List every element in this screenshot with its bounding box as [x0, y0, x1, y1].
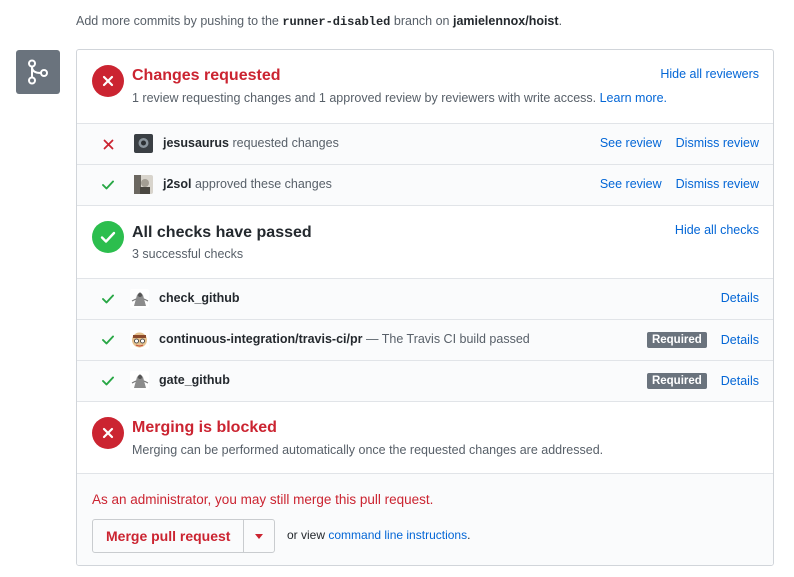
- bot-avatar[interactable]: [130, 371, 149, 390]
- hide-all-checks-link[interactable]: Hide all checks: [675, 223, 759, 237]
- see-review-link[interactable]: See review: [600, 136, 662, 150]
- details-link[interactable]: Details: [721, 333, 759, 347]
- required-badge: Required: [646, 373, 707, 389]
- check-circle-icon: [92, 221, 124, 253]
- reviews-title: Changes requested: [132, 67, 281, 84]
- git-merge-icon: [16, 50, 60, 94]
- or-view-text: or view: [287, 528, 326, 542]
- reviewer-name[interactable]: j2sol: [163, 177, 192, 191]
- see-review-link[interactable]: See review: [600, 177, 662, 191]
- dismiss-review-link[interactable]: Dismiss review: [676, 136, 759, 150]
- caret-down-icon: [255, 533, 264, 539]
- dismiss-review-link[interactable]: Dismiss review: [676, 177, 759, 191]
- checks-title: All checks have passed: [132, 224, 312, 241]
- check-description: — The Travis CI build passed: [365, 332, 530, 346]
- review-row-jesusaurus: jesusaurus requested changes See review …: [77, 123, 773, 164]
- reviewer-name[interactable]: jesusaurus: [163, 136, 229, 150]
- bot-avatar[interactable]: [130, 289, 149, 308]
- required-badge: Required: [646, 332, 707, 348]
- check-actions: Required Details: [646, 373, 759, 389]
- check-icon: [101, 178, 115, 192]
- branch-name: runner-disabled: [282, 15, 391, 29]
- merge-blocked-title: Merging is blocked: [132, 419, 277, 436]
- checks-section: All checks have passed 3 successful chec…: [77, 205, 773, 278]
- check-row: continuous-integration/travis-ci/pr — Th…: [77, 319, 773, 360]
- x-circle-icon: [92, 417, 124, 449]
- check-name: gate_github: [159, 373, 230, 387]
- merge-blocked-section: Merging is blocked Merging can be perfor…: [77, 401, 773, 474]
- check-actions: Required Details: [646, 332, 759, 348]
- merge-button-group: Merge pull request: [92, 519, 276, 553]
- review-row-j2sol: j2sol approved these changes See review …: [77, 164, 773, 205]
- check-icon: [101, 333, 115, 347]
- check-name: continuous-integration/travis-ci/pr: [159, 332, 363, 346]
- avatar[interactable]: [134, 134, 153, 153]
- hide-all-reviewers-link[interactable]: Hide all reviewers: [660, 67, 759, 81]
- reviews-subtitle-text: 1 review requesting changes and 1 approv…: [132, 91, 597, 105]
- check-text: gate_github: [159, 373, 230, 387]
- check-icon: [101, 292, 115, 306]
- reviews-section: Changes requested 1 review requesting ch…: [77, 50, 773, 123]
- admin-note: As an administrator, you may still merge…: [92, 492, 434, 507]
- review-actions: See review Dismiss review: [600, 136, 759, 150]
- details-link[interactable]: Details: [721, 374, 759, 388]
- reviews-subtitle: 1 review requesting changes and 1 approv…: [132, 91, 667, 105]
- avatar[interactable]: [134, 175, 153, 194]
- cli-instructions: or view command line instructions.: [287, 528, 470, 542]
- push-suffix: .: [558, 14, 563, 28]
- review-text: jesusaurus requested changes: [163, 136, 339, 150]
- review-action: requested changes: [232, 136, 339, 150]
- merge-pull-request-button[interactable]: Merge pull request: [93, 520, 245, 552]
- push-mid: branch on: [393, 14, 450, 28]
- check-actions: Details: [721, 291, 759, 305]
- merge-status-panel: Changes requested 1 review requesting ch…: [76, 49, 774, 566]
- check-name: check_github: [159, 291, 240, 305]
- review-actions: See review Dismiss review: [600, 177, 759, 191]
- merge-method-dropdown[interactable]: [244, 520, 274, 552]
- check-row: gate_github Required Details: [77, 360, 773, 401]
- details-link[interactable]: Details: [721, 291, 759, 305]
- checks-subtitle: 3 successful checks: [132, 247, 244, 261]
- learn-more-link[interactable]: Learn more.: [600, 91, 667, 105]
- review-action: approved these changes: [194, 177, 332, 191]
- repo-name: jamielennox/hoist: [452, 14, 559, 28]
- check-row: check_github Details: [77, 278, 773, 319]
- review-text: j2sol approved these changes: [163, 177, 332, 191]
- x-circle-icon: [92, 65, 124, 97]
- travis-ci-avatar[interactable]: [130, 330, 149, 349]
- check-text: continuous-integration/travis-ci/pr — Th…: [159, 332, 530, 346]
- check-text: check_github: [159, 291, 240, 305]
- x-icon: [101, 137, 115, 151]
- push-instructions: Add more commits by pushing to the runne…: [76, 14, 562, 29]
- command-line-instructions-link[interactable]: command line instructions: [328, 528, 467, 542]
- push-prefix: Add more commits by pushing to the: [76, 14, 279, 28]
- merge-blocked-subtitle: Merging can be performed automatically o…: [132, 443, 604, 457]
- cli-suffix: .: [467, 528, 471, 542]
- check-icon: [101, 374, 115, 388]
